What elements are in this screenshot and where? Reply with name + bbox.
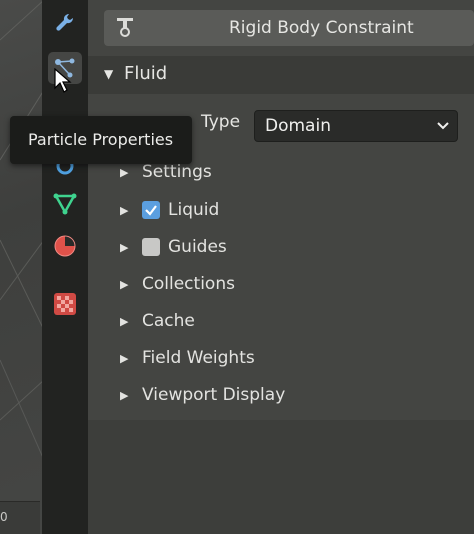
tool-tab[interactable] <box>48 6 82 38</box>
guides-label: Guides <box>168 237 227 257</box>
rigid-body-constraint-button[interactable]: Rigid Body Constraint <box>104 10 474 46</box>
tooltip-text: Particle Properties <box>28 130 174 149</box>
liquid-checkbox[interactable] <box>142 201 160 219</box>
expand-triangle-icon: ▶ <box>120 388 129 402</box>
expand-triangle-icon: ▶ <box>120 165 129 179</box>
settings-label: Settings <box>142 162 212 182</box>
viewport-display-subpanel[interactable]: ▶ Viewport Display <box>120 381 285 409</box>
viewport-strip[interactable]: 0 <box>0 0 44 534</box>
field-weights-label: Field Weights <box>142 348 255 368</box>
mouse-cursor-icon <box>54 68 72 93</box>
constraint-icon <box>117 18 133 37</box>
viewport-display-label: Viewport Display <box>142 385 286 405</box>
texture-icon <box>54 293 76 315</box>
expand-triangle-icon: ▶ <box>120 203 129 217</box>
texture-tab[interactable] <box>48 288 82 320</box>
guides-subpanel[interactable]: ▶ Guides <box>120 233 227 261</box>
collapse-triangle-icon: ▼ <box>104 67 114 81</box>
field-weights-subpanel[interactable]: ▶ Field Weights <box>120 344 255 372</box>
expand-triangle-icon: ▶ <box>120 351 129 365</box>
mesh-data-icon <box>53 193 77 215</box>
physics-properties-panel: Rigid Body Constraint ▼ Fluid Type Domai… <box>88 0 474 534</box>
viewport-footer-value: 0 <box>0 510 8 524</box>
type-label: Type <box>201 112 241 132</box>
expand-triangle-icon: ▶ <box>120 314 129 328</box>
viewport-grid <box>0 0 44 461</box>
material-tab[interactable] <box>48 230 82 262</box>
object-data-tab[interactable] <box>48 188 82 220</box>
expand-triangle-icon: ▶ <box>120 277 129 291</box>
type-dropdown-value: Domain <box>265 116 331 136</box>
viewport-footer: 0 <box>0 501 40 534</box>
rigid-body-constraint-label: Rigid Body Constraint <box>229 18 414 38</box>
guides-checkbox[interactable] <box>142 238 160 256</box>
liquid-subpanel[interactable]: ▶ Liquid <box>120 196 219 224</box>
collections-label: Collections <box>142 274 235 294</box>
cache-label: Cache <box>142 311 195 331</box>
fluid-panel-header[interactable]: ▼ Fluid <box>88 56 474 94</box>
type-dropdown[interactable]: Domain <box>254 110 458 142</box>
collections-subpanel[interactable]: ▶ Collections <box>120 270 235 298</box>
liquid-label: Liquid <box>168 200 220 220</box>
cache-subpanel[interactable]: ▶ Cache <box>120 307 195 335</box>
material-icon <box>54 235 76 257</box>
tooltip: Particle Properties <box>10 116 192 164</box>
checkmark-icon <box>145 205 157 216</box>
fluid-panel-title: Fluid <box>124 63 168 84</box>
expand-triangle-icon: ▶ <box>120 240 129 254</box>
panel-empty-area <box>88 420 474 534</box>
chevron-down-icon <box>437 122 449 130</box>
wrench-icon <box>56 13 74 31</box>
